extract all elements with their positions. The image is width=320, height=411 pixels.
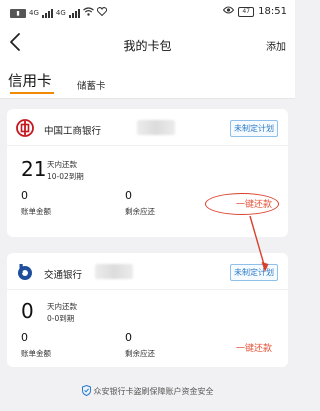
sim-card-icon: ▮	[10, 8, 26, 18]
eye-comfort-icon	[223, 6, 235, 17]
tab-credit-card[interactable]: 信用卡	[8, 70, 52, 91]
plan-status-badge[interactable]: 未制定计划	[230, 120, 278, 137]
network-type-left: 4G	[29, 9, 39, 17]
security-footer-text: 众安银行卡盗刷保障账户资金安全	[93, 387, 214, 396]
one-click-repay-button[interactable]: 一键还款	[236, 341, 272, 354]
remaining-amount: 0	[125, 331, 132, 344]
days-to-repay-label: 天内还款	[47, 302, 77, 311]
bill-amount: 0	[21, 189, 28, 202]
due-date: 0-0到期	[47, 314, 75, 323]
security-footer: 众安银行卡盗刷保障账户资金安全	[0, 384, 295, 398]
annotation-ellipse	[205, 193, 279, 215]
battery-level: 47	[242, 7, 250, 15]
heart-health-icon	[96, 7, 107, 19]
remaining-amount: 0	[125, 189, 132, 202]
clock-time: 18:51	[258, 6, 287, 17]
credit-card-item[interactable]: 交通银行 未制定计划 0 天内还款 0-0到期 0 账单金额 0 剩余应还 一键…	[7, 253, 288, 367]
card-type-tabs: 信用卡 储蓄卡	[0, 64, 295, 99]
masked-card-number	[95, 264, 133, 279]
bank-name: 中国工商银行	[44, 126, 102, 137]
bill-amount-label: 账单金额	[21, 349, 51, 358]
bill-amount-label: 账单金额	[21, 207, 51, 216]
days-to-repay: 21	[21, 157, 47, 181]
page-title: 我的卡包	[123, 39, 172, 53]
masked-card-number	[137, 120, 175, 135]
nav-bar: 我的卡包 添加	[0, 26, 295, 64]
icbc-logo-icon	[16, 119, 34, 137]
signal-strength-icon-2	[68, 8, 80, 18]
battery-icon: 47	[238, 6, 255, 17]
add-card-button[interactable]: 添加	[266, 38, 286, 53]
status-bar: ▮ 4G 4G 47 18:51	[0, 0, 295, 26]
bocom-logo-icon	[16, 263, 34, 281]
card-header: 交通银行 未制定计划	[7, 253, 288, 290]
bill-amount: 0	[21, 331, 28, 344]
signal-strength-icon	[41, 8, 53, 18]
remaining-amount-label: 剩余应还	[125, 207, 155, 216]
wifi-icon	[82, 7, 94, 19]
remaining-amount-label: 剩余应还	[125, 349, 155, 358]
network-type-right: 4G	[55, 9, 66, 17]
active-tab-indicator	[10, 92, 54, 94]
days-to-repay: 0	[21, 299, 34, 323]
plan-status-badge[interactable]: 未制定计划	[230, 264, 278, 281]
due-date: 10-02到期	[47, 172, 84, 181]
credit-card-item[interactable]: 中国工商银行 未制定计划 21 天内还款 10-02到期 0 账单金额 0 剩余…	[7, 109, 288, 237]
bank-name: 交通银行	[44, 270, 83, 281]
card-header: 中国工商银行 未制定计划	[7, 109, 288, 146]
tab-debit-card[interactable]: 储蓄卡	[77, 78, 106, 92]
shield-icon	[81, 384, 91, 398]
days-to-repay-label: 天内还款	[47, 160, 77, 169]
